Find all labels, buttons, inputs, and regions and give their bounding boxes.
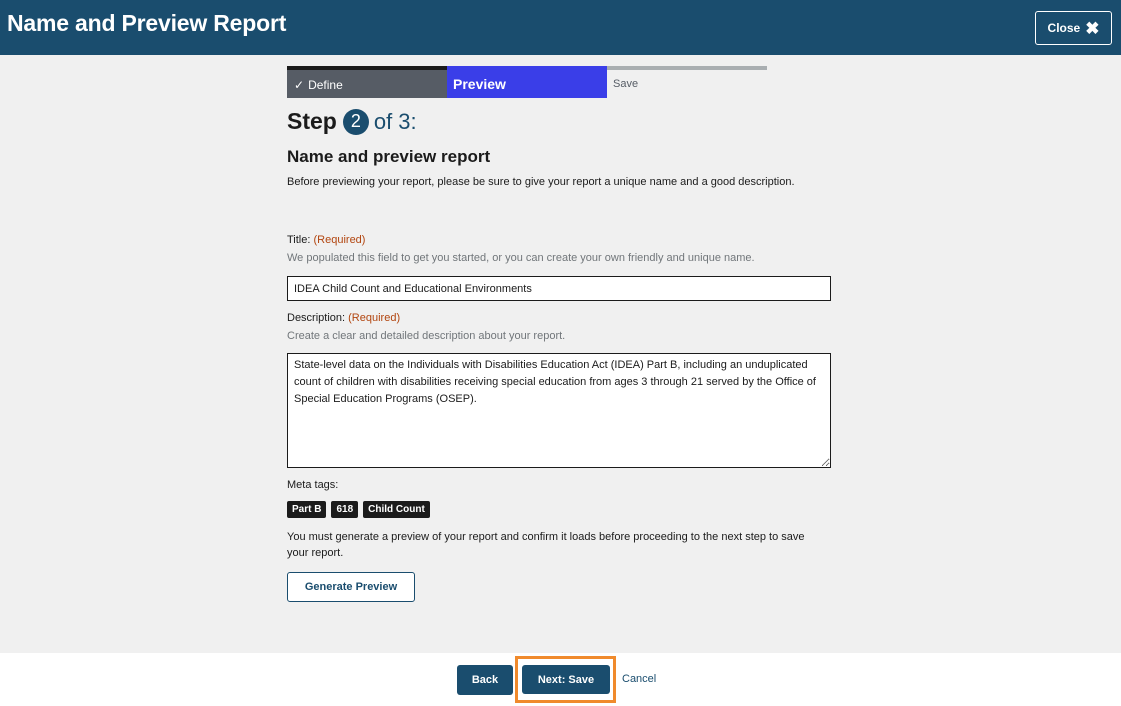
cancel-link[interactable]: Cancel: [622, 673, 656, 685]
description-required: (Required): [348, 312, 401, 324]
step-number-badge: 2: [342, 108, 369, 135]
meta-tags: Part B 618 Child Count: [287, 501, 430, 518]
meta-tags-label: Meta tags:: [287, 479, 339, 491]
title-input[interactable]: [287, 276, 831, 301]
dialog-body: ✓ Define Preview Save Step 2 of 3: Name a…: [0, 55, 1121, 653]
preview-notice: You must generate a preview of your repo…: [287, 531, 805, 559]
step-word: Step: [287, 108, 337, 134]
description-label-text: Description:: [287, 312, 346, 324]
title-hint: We populated this field to get you start…: [287, 252, 755, 264]
step-save: Save: [607, 66, 767, 98]
dialog-title: Name and Preview Report: [7, 10, 287, 36]
title-required: (Required): [313, 234, 366, 246]
close-button[interactable]: Close ✖: [1035, 11, 1112, 45]
title-label: Title: (Required): [287, 234, 365, 246]
step-indicator: ✓ Define Preview Save: [287, 66, 767, 98]
next-button-highlight: Next: Save: [515, 656, 616, 703]
form-heading: Name and preview report: [287, 147, 491, 166]
step-define: ✓ Define: [287, 66, 447, 98]
close-x-icon: ✖: [1085, 18, 1100, 38]
step-total: of 3:: [373, 108, 417, 134]
back-button[interactable]: Back: [457, 665, 513, 695]
step-heading: Step 2 of 3:: [287, 108, 417, 135]
tag-child-count: Child Count: [363, 501, 430, 518]
check-icon: ✓: [294, 78, 305, 92]
tag-618: 618: [331, 501, 359, 518]
tag-part-b: Part B: [287, 501, 327, 518]
form-intro: Before previewing your report, please be…: [287, 176, 795, 188]
description-textarea[interactable]: State-level data on the Individuals with…: [287, 353, 831, 468]
generate-preview-button[interactable]: Generate Preview: [287, 572, 415, 602]
step-preview: Preview: [447, 66, 607, 98]
close-label: Close: [1047, 21, 1081, 35]
step-preview-label: Preview: [453, 76, 506, 92]
description-hint: Create a clear and detailed description …: [287, 330, 566, 342]
dialog-footer: Back Next: Save Cancel: [0, 653, 1121, 706]
description-label: Description: (Required): [287, 312, 400, 324]
step-define-label: Define: [308, 78, 343, 92]
step-save-label: Save: [613, 78, 639, 90]
dialog-header: Name and Preview Report Close ✖: [0, 0, 1121, 55]
title-label-text: Title:: [287, 234, 311, 246]
next-save-button[interactable]: Next: Save: [522, 665, 610, 694]
